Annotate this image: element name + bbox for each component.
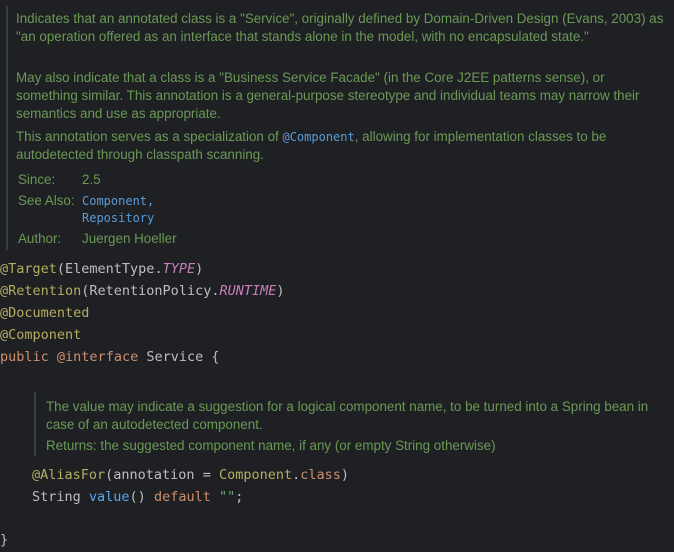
- string-type: String: [32, 489, 89, 505]
- semicolon: ;: [235, 489, 244, 505]
- see-also-label: See Also:: [18, 193, 75, 208]
- empty-string-literal: "": [210, 489, 236, 505]
- javadoc-paragraph-2: May also indicate that a class is a "Bus…: [16, 70, 640, 121]
- closing-brace: }: [0, 532, 9, 548]
- see-also-component-link[interactable]: Component,: [82, 192, 154, 210]
- code-line-value[interactable]: String value() default "";: [32, 487, 243, 507]
- code-line-closing-brace[interactable]: }: [0, 530, 8, 550]
- type-constant: TYPE: [162, 261, 196, 277]
- author-value: Juergen Hoeller: [82, 231, 177, 246]
- aliasfor-close: ): [340, 467, 350, 483]
- method-returns: Returns: the suggested component name, i…: [46, 437, 650, 455]
- default-keyword: default: [153, 489, 211, 505]
- aliasfor-component: Component: [218, 467, 293, 483]
- class-javadoc: Indicates that an annotated class is a "…: [6, 6, 670, 250]
- code-line-aliasfor[interactable]: @AliasFor(annotation = Component.class): [32, 465, 349, 485]
- service-name: Service {: [138, 349, 220, 365]
- javadoc-paragraph-3: This annotation serves as a specializati…: [16, 128, 666, 164]
- target-annotation: @Target: [0, 261, 57, 277]
- returns-label: Returns:: [46, 438, 97, 453]
- public-keyword: public: [0, 349, 49, 365]
- code-line-declaration[interactable]: public @interface Service {: [0, 347, 219, 367]
- runtime-constant: RUNTIME: [219, 283, 277, 299]
- component-link-inline[interactable]: @Component: [282, 130, 354, 144]
- retention-annotation: @Retention: [0, 283, 82, 299]
- returns-text: the suggested component name, if any (or…: [100, 438, 496, 453]
- since-label: Since:: [18, 172, 56, 187]
- component-annotation: @Component: [0, 327, 82, 343]
- code-line-target[interactable]: @Target(ElementType.TYPE): [0, 259, 203, 279]
- method-javadoc: The value may indicate a suggestion for …: [34, 392, 654, 456]
- retention-close: ): [276, 283, 285, 299]
- method-description: The value may indicate a suggestion for …: [46, 399, 649, 432]
- code-line-component[interactable]: @Component: [0, 325, 81, 345]
- value-parens: (): [129, 489, 154, 505]
- value-method-name: value: [88, 489, 130, 505]
- interface-keyword: @interface: [56, 349, 139, 365]
- aliasfor-args: (annotation =: [105, 467, 219, 483]
- code-line-documented[interactable]: @Documented: [0, 303, 89, 323]
- author-label: Author:: [18, 231, 62, 246]
- aliasfor-annotation: @AliasFor: [32, 467, 106, 483]
- target-args: (ElementType.: [56, 261, 163, 277]
- javadoc-paragraph-1: Indicates that an annotated class is a "…: [16, 11, 664, 44]
- documented-annotation: @Documented: [0, 305, 90, 321]
- code-line-retention[interactable]: @Retention(RetentionPolicy.RUNTIME): [0, 281, 285, 301]
- see-also-repository-link[interactable]: Repository: [82, 209, 154, 227]
- since-value: 2.5: [82, 172, 101, 187]
- retention-args: (RetentionPolicy.: [81, 283, 220, 299]
- para3-text-before: This annotation serves as a specializati…: [16, 129, 283, 144]
- class-keyword: class: [300, 467, 341, 483]
- target-close: ): [195, 261, 204, 277]
